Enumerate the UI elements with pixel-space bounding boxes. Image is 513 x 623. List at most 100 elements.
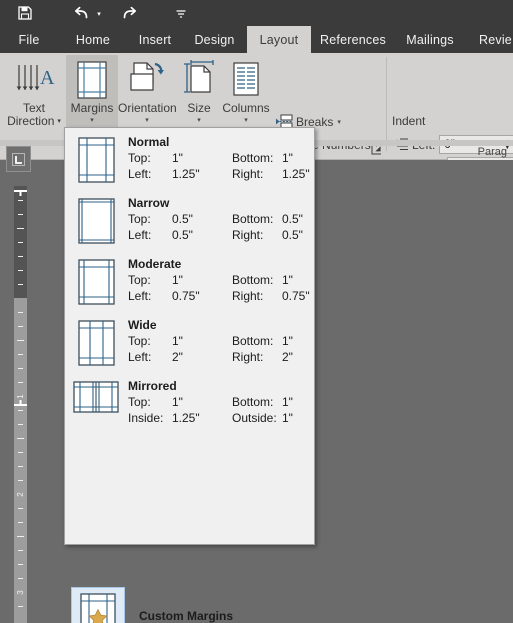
word-window: ▾ File Home Insert Design Layout Referen…: [0, 0, 513, 623]
tab-review[interactable]: Revie: [470, 26, 513, 53]
tab-design-label: Design: [194, 32, 235, 47]
margin-preview-custom-star-icon: [71, 587, 125, 623]
customize-quick-access-icon[interactable]: [168, 0, 194, 26]
normal-bottom-value: 1": [282, 151, 293, 165]
mirrored-bottom-key: Bottom:: [232, 395, 274, 409]
gallery-item-narrow-name: Narrow: [128, 196, 170, 210]
size-dropdown-icon[interactable]: ▾: [197, 116, 201, 125]
text-direction-icon: A: [12, 58, 56, 102]
wide-left-value: 2": [172, 350, 183, 364]
margins-gallery-dropdown: Normal Top: 1" Bottom: 1" Left: 1.25" Right…: [64, 127, 315, 623]
margin-preview-moderate-icon: [73, 257, 119, 305]
wide-right-value: 2": [282, 350, 293, 364]
vertical-ruler-number-3: 3: [16, 590, 25, 595]
text-direction-dropdown-icon[interactable]: ▾: [57, 115, 61, 128]
top-margin-marker[interactable]: [11, 184, 30, 196]
tab-file[interactable]: File: [10, 26, 48, 53]
text-direction-button[interactable]: A Text Direction ▾: [5, 55, 63, 143]
mirrored-inside-key: Inside:: [128, 411, 164, 425]
wide-top-value: 1": [172, 334, 183, 348]
gallery-item-normal[interactable]: Normal Top: 1" Bottom: 1" Left: 1.25" Right…: [65, 128, 314, 189]
bottom-margin-marker[interactable]: [11, 394, 30, 406]
redo-icon[interactable]: [116, 0, 142, 26]
gallery-item-mirrored-name: Mirrored: [128, 379, 177, 393]
tab-layout-label: Layout: [259, 32, 299, 47]
narrow-left-value: 0.5": [172, 228, 193, 242]
save-icon[interactable]: [12, 0, 38, 26]
svg-text:A: A: [40, 67, 55, 89]
mirrored-outside-key: Outside:: [232, 411, 277, 425]
title-bar: ▾: [0, 0, 513, 26]
margins-icon: [74, 58, 110, 102]
normal-top-key: Top:: [128, 151, 151, 165]
wide-bottom-key: Bottom:: [232, 334, 274, 348]
margins-label: Margins: [70, 101, 114, 115]
narrow-right-key: Right:: [232, 228, 264, 242]
narrow-bottom-key: Bottom:: [232, 212, 274, 226]
orientation-label: Orientation: [118, 101, 177, 115]
moderate-right-value: 0.75": [282, 289, 310, 303]
gallery-item-custom-margins[interactable]: Custom Margins: [71, 586, 310, 623]
columns-dropdown-icon[interactable]: ▾: [244, 116, 248, 125]
ribbon-tabs: File Home Insert Design Layout Reference…: [0, 26, 513, 53]
undo-dropdown-icon[interactable]: ▾: [94, 0, 104, 26]
breaks-dropdown-icon[interactable]: ▾: [333, 118, 341, 126]
tab-layout[interactable]: Layout: [247, 26, 311, 53]
tab-insert-label: Insert: [138, 32, 172, 47]
vertical-ruler-number-2: 2: [16, 492, 25, 497]
undo-icon[interactable]: [68, 0, 94, 26]
tab-references-label: References: [320, 32, 386, 47]
margin-preview-mirrored-icon: [73, 379, 119, 413]
margins-dropdown-icon[interactable]: ▾: [90, 116, 94, 125]
gallery-item-wide[interactable]: Wide Top: 1" Bottom: 1" Left: 2" Right: 2": [65, 311, 314, 372]
mirrored-top-value: 1": [172, 395, 183, 409]
moderate-top-key: Top:: [128, 273, 151, 287]
tab-insert[interactable]: Insert: [132, 26, 178, 53]
columns-label: Columns: [222, 101, 270, 115]
gallery-item-moderate-name: Moderate: [128, 257, 182, 271]
moderate-bottom-value: 1": [282, 273, 293, 287]
gallery-item-narrow[interactable]: Narrow Top: 0.5" Bottom: 0.5" Left: 0.5" Ri…: [65, 189, 314, 250]
tab-references[interactable]: References: [316, 26, 390, 53]
gallery-item-moderate[interactable]: Moderate Top: 1" Bottom: 1" Left: 0.75" Rig…: [65, 250, 314, 311]
wide-left-key: Left:: [128, 350, 152, 364]
orientation-icon: [126, 58, 168, 102]
tab-file-label: File: [18, 32, 40, 47]
normal-left-key: Left:: [128, 167, 152, 181]
quick-access-toolbar: ▾: [12, 0, 194, 26]
moderate-top-value: 1": [172, 273, 183, 287]
wide-bottom-value: 1": [282, 334, 293, 348]
moderate-left-key: Left:: [128, 289, 152, 303]
wide-right-key: Right:: [232, 350, 264, 364]
margin-preview-narrow-icon: [73, 196, 119, 244]
gallery-item-normal-name: Normal: [128, 135, 170, 149]
gallery-item-wide-name: Wide: [128, 318, 157, 332]
narrow-top-key: Top:: [128, 212, 151, 226]
narrow-right-value: 0.5": [282, 228, 303, 242]
text-direction-label-2: Direction: [7, 114, 55, 128]
size-label: Size: [187, 101, 211, 115]
mirrored-bottom-value: 1": [282, 395, 293, 409]
wide-top-key: Top:: [128, 334, 151, 348]
margin-preview-wide-icon: [73, 318, 119, 366]
left-tab-stop-icon[interactable]: [6, 146, 31, 172]
tab-review-label: Revie: [479, 32, 512, 47]
moderate-left-value: 0.75": [172, 289, 200, 303]
gallery-item-mirrored[interactable]: Mirrored Top: 1" Bottom: 1" Inside: 1.25" O…: [65, 372, 314, 432]
tab-design[interactable]: Design: [187, 26, 242, 53]
mirrored-outside-value: 1": [282, 411, 293, 425]
normal-top-value: 1": [172, 151, 183, 165]
normal-right-key: Right:: [232, 167, 264, 181]
tab-mailings[interactable]: Mailings: [397, 26, 463, 53]
tab-home[interactable]: Home: [68, 26, 118, 53]
margin-preview-normal-icon: [73, 135, 119, 183]
orientation-dropdown-icon[interactable]: ▾: [145, 116, 149, 125]
tab-home-label: Home: [75, 32, 111, 47]
columns-icon: [229, 58, 263, 102]
normal-left-value: 1.25": [172, 167, 200, 181]
gallery-item-custom-margins-label: Custom Margins: [139, 609, 234, 623]
normal-bottom-key: Bottom:: [232, 151, 274, 165]
size-icon: [181, 58, 217, 102]
group-separator: [386, 57, 387, 151]
moderate-right-key: Right:: [232, 289, 264, 303]
